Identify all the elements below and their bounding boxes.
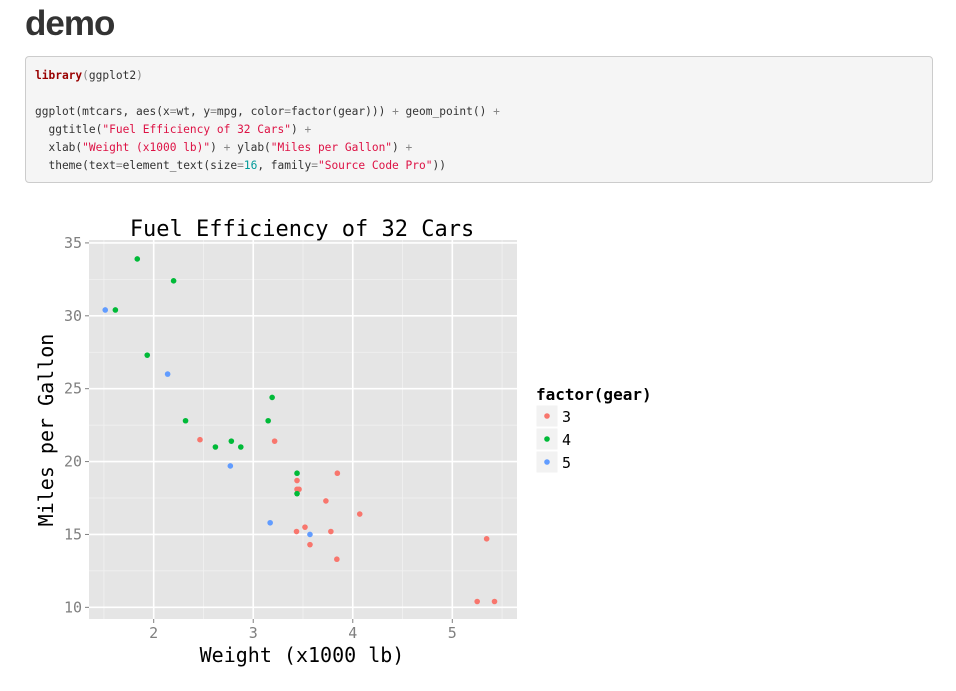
data-point bbox=[144, 352, 151, 358]
data-point bbox=[491, 598, 498, 605]
data-point bbox=[212, 444, 219, 450]
data-point bbox=[269, 394, 275, 401]
data-point bbox=[356, 511, 363, 517]
data-point bbox=[182, 417, 189, 424]
data-point bbox=[483, 536, 490, 542]
y-tick-label: 35 bbox=[64, 234, 82, 252]
code-token: + bbox=[405, 141, 413, 154]
code-token: "Fuel Efficiency of 32 Cars" bbox=[102, 123, 291, 136]
y-tick-label: 25 bbox=[64, 380, 82, 398]
code-token: 16 bbox=[243, 159, 258, 172]
legend-swatch bbox=[544, 436, 550, 442]
y-axis: 10 15 20 25 30 35 bbox=[64, 234, 89, 616]
page-title: demo bbox=[25, 4, 115, 43]
data-point bbox=[294, 490, 300, 497]
code-token: = bbox=[284, 105, 292, 118]
code-token: "Source Code Pro" bbox=[317, 159, 433, 172]
data-point bbox=[302, 524, 308, 530]
code-token: ylab( bbox=[230, 141, 271, 154]
code-token: wt, y bbox=[176, 105, 211, 118]
code-token: )) bbox=[432, 159, 446, 172]
code-token: ) bbox=[136, 69, 143, 82]
data-point bbox=[227, 463, 234, 469]
data-point bbox=[307, 531, 313, 538]
data-point bbox=[228, 438, 235, 444]
data-point bbox=[328, 528, 334, 535]
code-token: ggtitle( bbox=[35, 123, 103, 136]
legend-label: 4 bbox=[562, 431, 571, 449]
data-point bbox=[237, 444, 244, 450]
y-tick-label: 15 bbox=[64, 525, 82, 543]
x-tick-label: 5 bbox=[448, 624, 457, 642]
code-token: mpg, color bbox=[216, 105, 285, 118]
code-token: = bbox=[237, 159, 244, 172]
data-point bbox=[474, 598, 480, 605]
legend-swatch bbox=[544, 413, 550, 419]
code-token: ) bbox=[210, 141, 224, 154]
code-token: theme(text bbox=[35, 159, 116, 172]
code-token: = bbox=[115, 159, 123, 172]
data-point bbox=[134, 256, 141, 262]
data-point bbox=[294, 477, 300, 484]
legend-label: 5 bbox=[562, 454, 571, 472]
code-token: ) bbox=[290, 123, 305, 136]
data-point bbox=[307, 541, 313, 548]
legend-label: 3 bbox=[562, 408, 571, 426]
chart-title: Fuel Efficiency of 32 Cars bbox=[130, 217, 474, 242]
data-point bbox=[294, 470, 300, 477]
x-axis-label: Weight (x1000 lb) bbox=[200, 643, 405, 667]
x-tick-label: 4 bbox=[348, 624, 357, 642]
data-point bbox=[102, 307, 109, 313]
data-point bbox=[112, 307, 119, 313]
data-point bbox=[265, 417, 271, 424]
code-token: factor(gear))) bbox=[291, 105, 393, 118]
data-point bbox=[164, 371, 171, 377]
code-token: geom_point() bbox=[398, 105, 494, 118]
code-token: "Miles per Gallon" bbox=[270, 141, 393, 154]
legend-swatch bbox=[544, 459, 550, 465]
code-token: ggplot2 bbox=[88, 69, 137, 82]
y-axis-label: Miles per Gallon bbox=[34, 334, 58, 527]
data-point bbox=[170, 278, 177, 284]
data-point bbox=[271, 438, 278, 444]
code-token: xlab( bbox=[35, 141, 83, 154]
x-tick-label: 3 bbox=[249, 624, 258, 642]
scatter-plot: 101520253035 2345 Fuel Efficiency of 32 … bbox=[34, 217, 652, 667]
code-token: "Weight (x1000 lb)" bbox=[82, 141, 211, 154]
legend: factor(gear) 3 4 5 bbox=[535, 385, 652, 474]
code-token: ( bbox=[82, 69, 89, 82]
code-token: ggplot(mtcars, aes(x bbox=[35, 105, 170, 118]
data-point bbox=[334, 556, 340, 563]
data-point bbox=[293, 528, 300, 535]
data-point bbox=[334, 470, 341, 477]
x-tick-label: 2 bbox=[149, 624, 158, 642]
legend-title: factor(gear) bbox=[536, 385, 652, 404]
x-axis: 2 3 4 5 bbox=[149, 619, 457, 642]
code-token: , family bbox=[257, 159, 312, 172]
code-token: + bbox=[304, 123, 312, 136]
data-point bbox=[267, 519, 273, 526]
code-block: library(ggplot2) ggplot(mtcars, aes(x=wt… bbox=[25, 56, 933, 183]
data-point bbox=[323, 498, 329, 504]
code-token: ) bbox=[392, 141, 406, 154]
y-tick-label: 30 bbox=[64, 307, 82, 325]
code-token: library bbox=[35, 69, 83, 82]
data-point bbox=[197, 436, 203, 443]
code-token: = bbox=[210, 105, 217, 118]
y-tick-label: 10 bbox=[64, 598, 82, 616]
code-token: + bbox=[493, 105, 500, 118]
y-tick-label: 20 bbox=[64, 453, 82, 471]
code-token: + bbox=[392, 105, 399, 118]
code-token: = bbox=[311, 159, 318, 172]
code-token: element_text(size bbox=[122, 159, 238, 172]
